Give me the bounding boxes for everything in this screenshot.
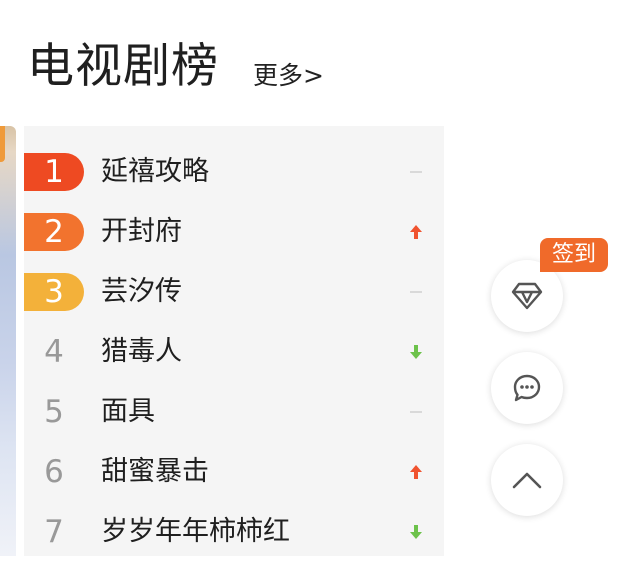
trend-flat-icon bbox=[404, 160, 428, 184]
ranking-item[interactable]: 7 岁岁年年柿柿红 bbox=[24, 502, 444, 562]
show-title[interactable]: 猎毒人 bbox=[101, 334, 182, 370]
ranking-item[interactable]: 4 猎毒人 bbox=[24, 322, 444, 382]
rank-number: 7 bbox=[44, 514, 64, 550]
more-link[interactable]: 更多> bbox=[253, 58, 324, 94]
section-title: 电视剧榜 bbox=[27, 39, 219, 94]
trend-flat-icon bbox=[404, 280, 428, 304]
show-title[interactable]: 芸汐传 bbox=[101, 274, 182, 310]
trend-up-icon bbox=[404, 220, 428, 244]
show-title[interactable]: 开封府 bbox=[101, 214, 182, 250]
ranking-item[interactable]: 3 芸汐传 bbox=[24, 262, 444, 322]
trend-down-icon bbox=[404, 520, 428, 544]
diamond-icon bbox=[511, 282, 543, 310]
ranking-item[interactable]: 1 延禧攻略 bbox=[24, 142, 444, 202]
poster-tag bbox=[0, 126, 5, 162]
chevron-up-icon bbox=[512, 472, 542, 489]
checkin-badge[interactable]: 签到 bbox=[540, 238, 608, 272]
rank-number: 6 bbox=[44, 454, 64, 490]
trend-up-icon bbox=[404, 460, 428, 484]
rank-number: 2 bbox=[24, 213, 84, 251]
show-title[interactable]: 延禧攻略 bbox=[101, 154, 209, 190]
trend-flat-icon bbox=[404, 400, 428, 424]
rank-number: 3 bbox=[24, 273, 84, 311]
ranking-list: 1 延禧攻略 2 开封府 3 芸汐传 4 猎毒人 5 面具 6 甜蜜暴击 7 岁岁年年柿柿红 bbox=[24, 126, 444, 556]
trend-down-icon bbox=[404, 340, 428, 364]
ranking-item[interactable]: 5 面具 bbox=[24, 382, 444, 442]
show-title[interactable]: 甜蜜暴击 bbox=[101, 454, 209, 490]
show-title[interactable]: 岁岁年年柿柿红 bbox=[101, 514, 290, 550]
show-title[interactable]: 面具 bbox=[101, 394, 155, 430]
back-to-top-button[interactable] bbox=[491, 444, 563, 516]
rank-number: 1 bbox=[24, 153, 84, 191]
rank-number: 4 bbox=[44, 334, 64, 370]
ranking-item[interactable]: 6 甜蜜暴击 bbox=[24, 442, 444, 502]
ranking-item[interactable]: 2 开封府 bbox=[24, 202, 444, 262]
rank-number: 5 bbox=[44, 394, 64, 430]
poster-image[interactable] bbox=[0, 126, 16, 556]
feedback-button[interactable] bbox=[491, 352, 563, 424]
chat-bubble-icon bbox=[513, 374, 541, 402]
